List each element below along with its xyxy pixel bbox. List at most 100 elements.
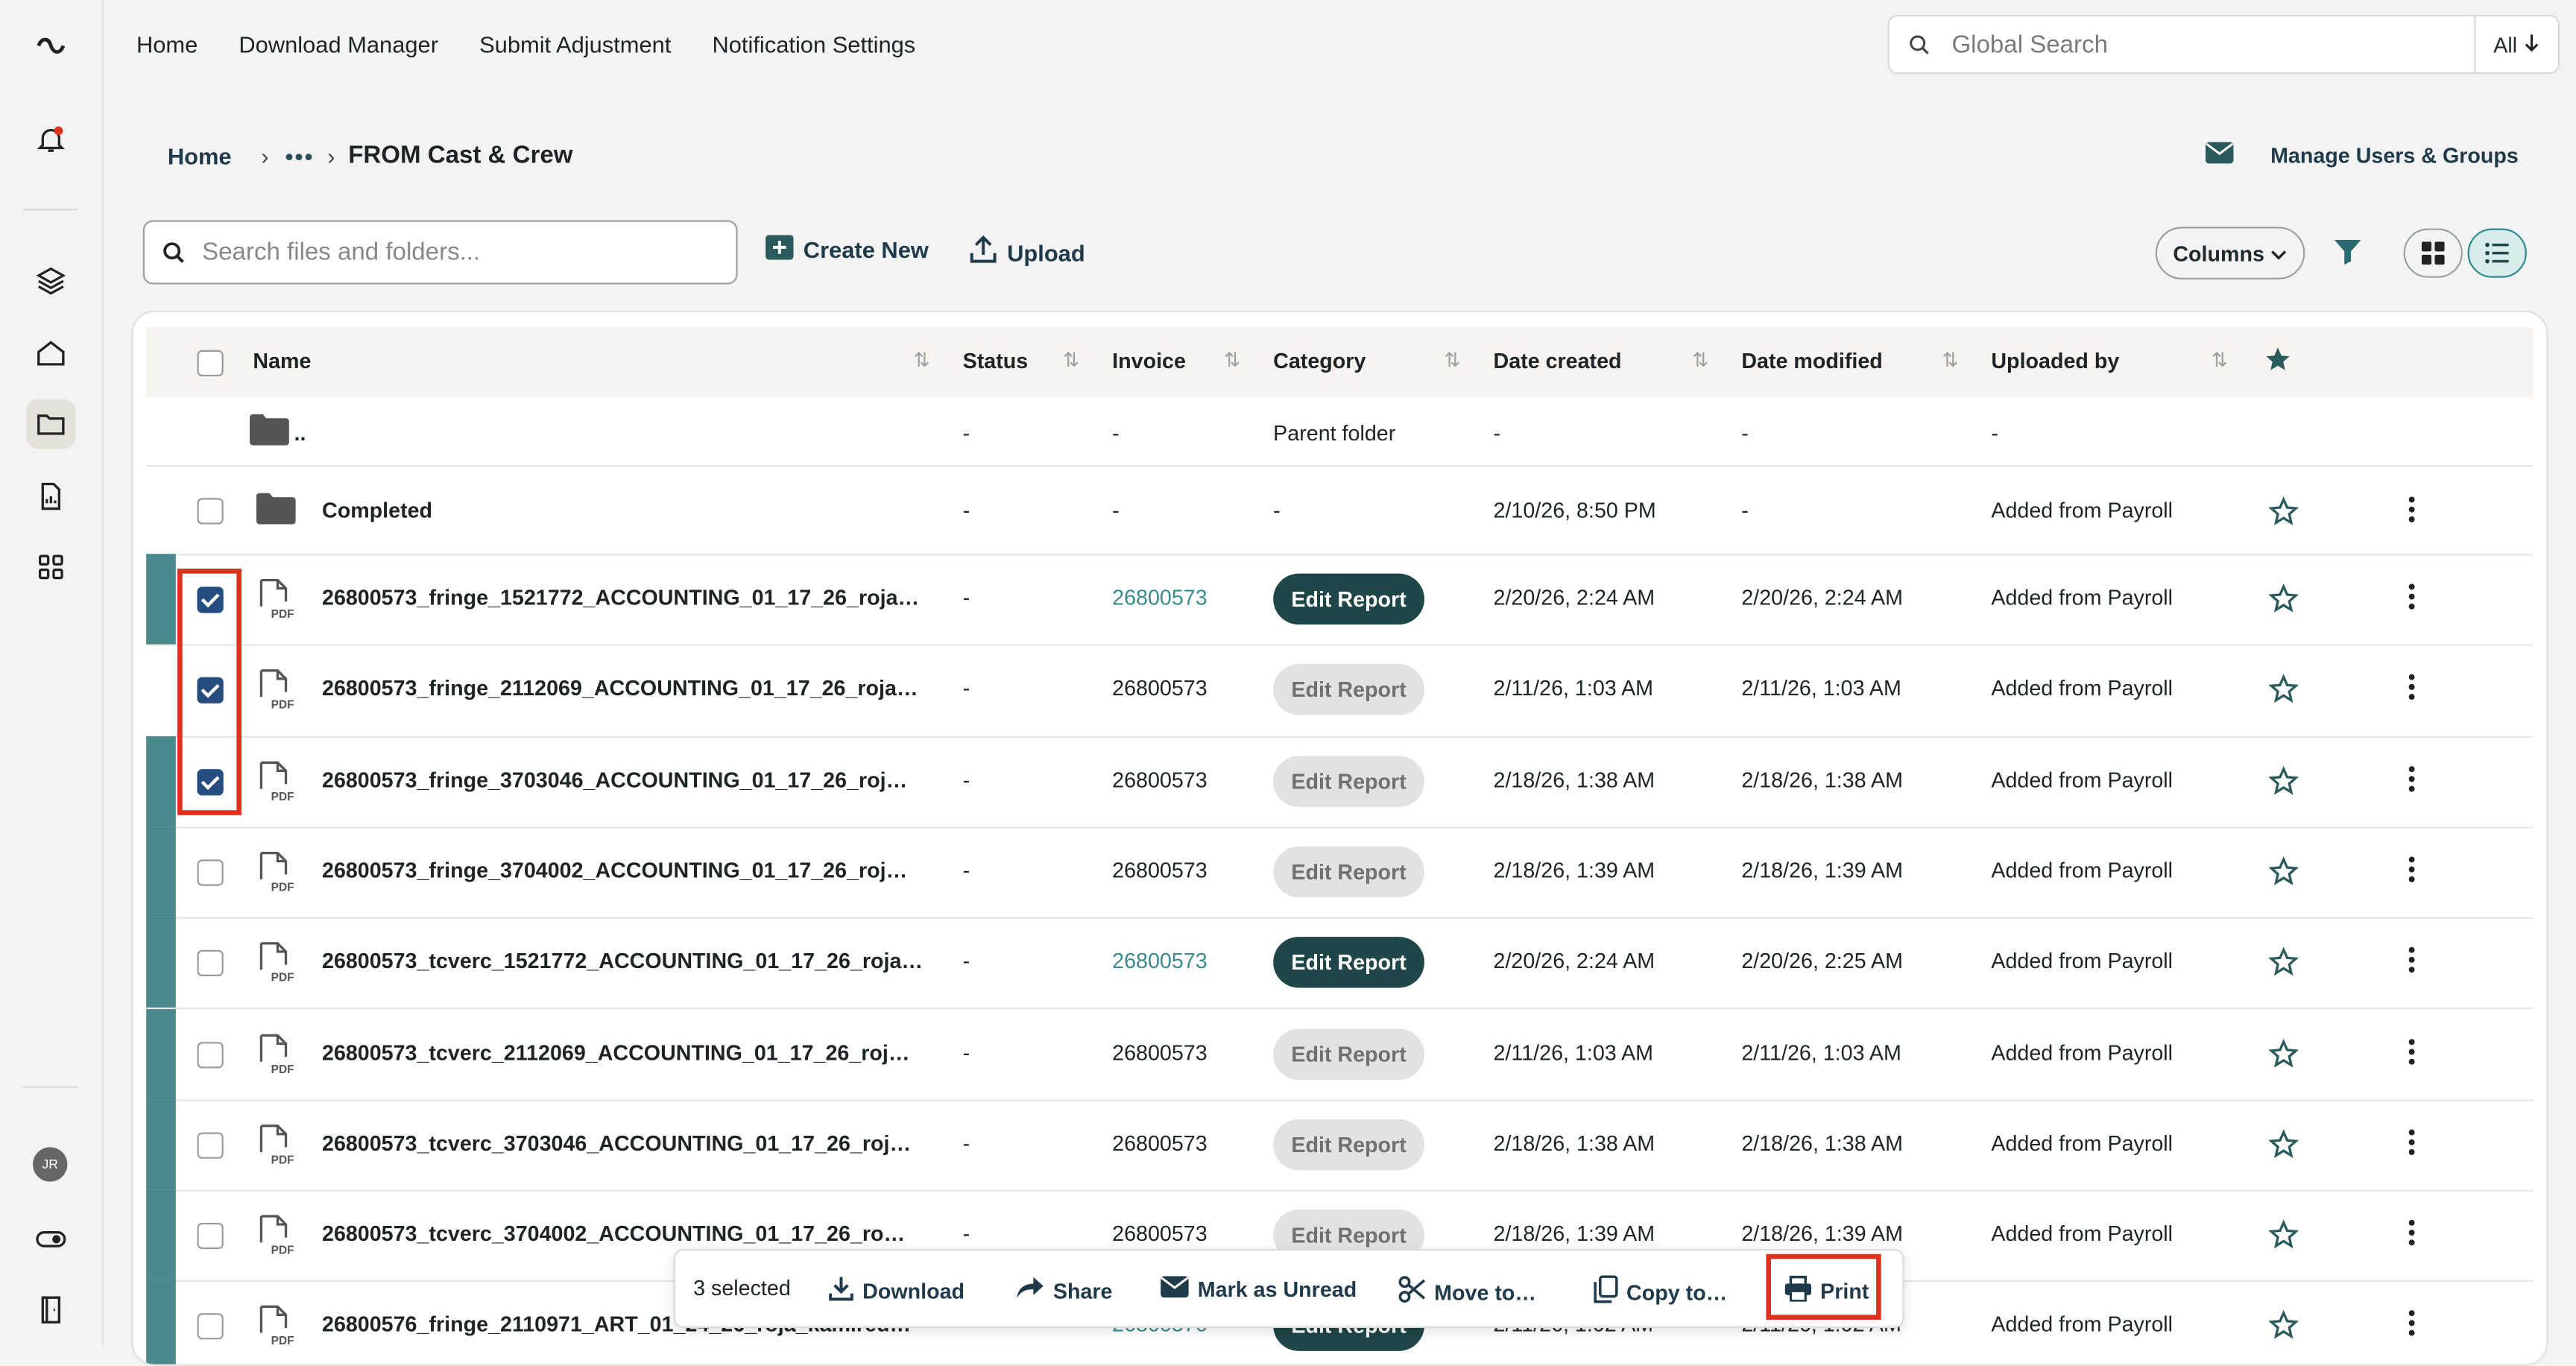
row-checkbox[interactable] — [197, 1041, 224, 1068]
favorites-star-icon[interactable] — [2264, 345, 2291, 382]
kebab-menu-icon[interactable] — [2407, 946, 2416, 984]
columns-dropdown[interactable]: Columns — [2155, 227, 2305, 279]
table-row[interactable]: PDF 26800573_fringe_1521772_ACCOUNTING_01… — [146, 554, 2534, 647]
row-name[interactable]: 26800573_tcverc_1521772_ACCOUNTING_01_17… — [322, 949, 923, 973]
row-invoice[interactable]: 26800573 — [1112, 585, 1207, 610]
edit-report-button[interactable]: Edit Report — [1273, 755, 1424, 806]
kebab-menu-icon[interactable] — [2407, 855, 2416, 893]
download-button[interactable]: Download — [828, 1275, 965, 1306]
row-name[interactable]: 26800573_tcverc_3703046_ACCOUNTING_01_17… — [322, 1131, 911, 1155]
manage-users-button[interactable]: Manage Users & Groups — [2205, 142, 2519, 169]
file-search-input[interactable] — [198, 236, 736, 268]
nav-download-manager[interactable]: Download Manager — [239, 30, 438, 60]
edit-report-button[interactable]: Edit Report — [1273, 846, 1424, 897]
table-row-folder[interactable]: Completed - - - 2/10/26, 8:50 PM - Added… — [146, 467, 2534, 556]
star-outline-icon[interactable] — [2268, 1310, 2299, 1349]
column-header-name[interactable]: Name — [253, 349, 311, 373]
sort-icon[interactable]: ⇅ — [913, 349, 929, 372]
row-name[interactable]: Completed — [322, 498, 432, 522]
create-new-button[interactable]: Create New — [765, 235, 929, 265]
table-row-parent[interactable]: .. - - Parent folder - - - — [146, 398, 2534, 467]
notifications-bell-icon[interactable] — [26, 115, 75, 164]
kebab-menu-icon[interactable] — [2407, 1218, 2416, 1256]
row-checkbox[interactable] — [197, 1132, 224, 1159]
kebab-menu-icon[interactable] — [2407, 764, 2416, 802]
grid-view-icon[interactable] — [2403, 228, 2463, 278]
kebab-menu-icon[interactable] — [2407, 1037, 2416, 1075]
nav-home[interactable]: Home — [136, 30, 198, 60]
report-document-icon[interactable] — [26, 472, 75, 521]
star-outline-icon[interactable] — [2268, 496, 2299, 534]
filter-icon[interactable] — [2333, 237, 2363, 275]
sort-icon[interactable]: ⇅ — [1444, 349, 1460, 372]
row-name[interactable]: 26800573_fringe_2112069_ACCOUNTING_01_17… — [322, 676, 918, 701]
edit-report-button[interactable]: Edit Report — [1273, 664, 1424, 716]
edit-report-button[interactable]: Edit Report — [1273, 1119, 1424, 1170]
edit-report-button[interactable]: Edit Report — [1273, 937, 1424, 988]
move-to-button[interactable]: Move to… — [1398, 1275, 1536, 1308]
row-name[interactable]: 26800573_fringe_3704002_ACCOUNTING_01_17… — [322, 858, 907, 882]
row-invoice[interactable]: 26800573 — [1112, 949, 1207, 973]
column-header-category[interactable]: Category — [1273, 349, 1366, 373]
row-name[interactable]: 26800573_tcverc_3704002_ACCOUNTING_01_17… — [322, 1221, 905, 1246]
kebab-menu-icon[interactable] — [2407, 1127, 2416, 1165]
toggle-icon[interactable] — [26, 1215, 75, 1264]
table-row[interactable]: PDF 26800573_tcverc_3703046_ACCOUNTING_01… — [146, 1098, 2534, 1192]
column-header-uploaded-by[interactable]: Uploaded by — [1991, 349, 2119, 373]
sort-icon[interactable]: ⇅ — [1692, 349, 1708, 372]
row-checkbox[interactable] — [197, 1313, 224, 1341]
star-outline-icon[interactable] — [2268, 765, 2299, 803]
breadcrumb-home[interactable]: Home — [168, 142, 232, 168]
row-name[interactable]: 26800573_fringe_3703046_ACCOUNTING_01_17… — [322, 767, 907, 791]
nav-submit-adjustment[interactable]: Submit Adjustment — [479, 30, 671, 60]
table-row[interactable]: PDF 26800573_fringe_3704002_ACCOUNTING_01… — [146, 826, 2534, 920]
edit-report-button[interactable]: Edit Report — [1273, 1028, 1424, 1079]
breadcrumb-more[interactable]: ••• — [285, 142, 315, 168]
sort-icon[interactable]: ⇅ — [1063, 349, 1079, 372]
sort-icon[interactable]: ⇅ — [1942, 349, 1958, 372]
copy-to-button[interactable]: Copy to… — [1594, 1275, 1727, 1308]
select-all-checkbox[interactable] — [197, 350, 224, 377]
row-checkbox[interactable] — [197, 859, 224, 886]
column-header-date-modified[interactable]: Date modified — [1741, 349, 1882, 373]
star-outline-icon[interactable] — [2268, 674, 2299, 712]
row-name[interactable]: 26800573_tcverc_2112069_ACCOUNTING_01_17… — [322, 1040, 910, 1064]
star-outline-icon[interactable] — [2268, 856, 2299, 894]
star-outline-icon[interactable] — [2268, 583, 2299, 622]
row-checkbox[interactable] — [197, 1223, 224, 1250]
mark-unread-button[interactable]: Mark as Unread — [1160, 1275, 1357, 1303]
table-row[interactable]: PDF 26800573_tcverc_1521772_ACCOUNTING_01… — [146, 917, 2534, 1011]
share-button[interactable]: Share — [1015, 1275, 1112, 1305]
nav-notification-settings[interactable]: Notification Settings — [712, 30, 915, 60]
global-search-input[interactable] — [1948, 28, 2475, 60]
upload-button[interactable]: Upload — [969, 235, 1085, 269]
star-outline-icon[interactable] — [2268, 1128, 2299, 1167]
apps-grid-icon[interactable] — [26, 543, 75, 592]
row-name[interactable]: 26800573_fringe_1521772_ACCOUNTING_01_17… — [322, 585, 919, 610]
kebab-menu-icon[interactable] — [2407, 1309, 2416, 1347]
kebab-menu-icon[interactable] — [2407, 673, 2416, 711]
star-outline-icon[interactable] — [2268, 1037, 2299, 1076]
kebab-menu-icon[interactable] — [2407, 495, 2416, 533]
sort-icon[interactable]: ⇅ — [2212, 349, 2228, 372]
row-name[interactable]: .. — [294, 421, 306, 446]
table-row[interactable]: PDF 26800573_fringe_3703046_ACCOUNTING_01… — [146, 736, 2534, 829]
column-header-status[interactable]: Status — [963, 349, 1029, 373]
row-checkbox[interactable] — [197, 498, 224, 525]
column-header-invoice[interactable]: Invoice — [1112, 349, 1186, 373]
avatar[interactable]: JR — [33, 1147, 68, 1182]
table-row[interactable]: PDF 26800573_fringe_2112069_ACCOUNTING_01… — [146, 645, 2534, 738]
layers-icon[interactable] — [26, 256, 75, 306]
star-outline-icon[interactable] — [2268, 946, 2299, 985]
search-scope-dropdown[interactable]: All — [2474, 16, 2557, 73]
brand-logo-icon[interactable] — [26, 19, 75, 69]
row-checkbox[interactable] — [197, 950, 224, 977]
column-header-date-created[interactable]: Date created — [1494, 349, 1622, 373]
folder-icon[interactable] — [26, 399, 76, 449]
edit-report-button[interactable]: Edit Report — [1273, 573, 1424, 625]
table-row[interactable]: PDF 26800573_tcverc_2112069_ACCOUNTING_01… — [146, 1008, 2534, 1101]
sort-icon[interactable]: ⇅ — [1224, 349, 1240, 372]
kebab-menu-icon[interactable] — [2407, 582, 2416, 620]
logout-door-icon[interactable] — [26, 1286, 75, 1335]
home-icon[interactable] — [26, 329, 75, 378]
